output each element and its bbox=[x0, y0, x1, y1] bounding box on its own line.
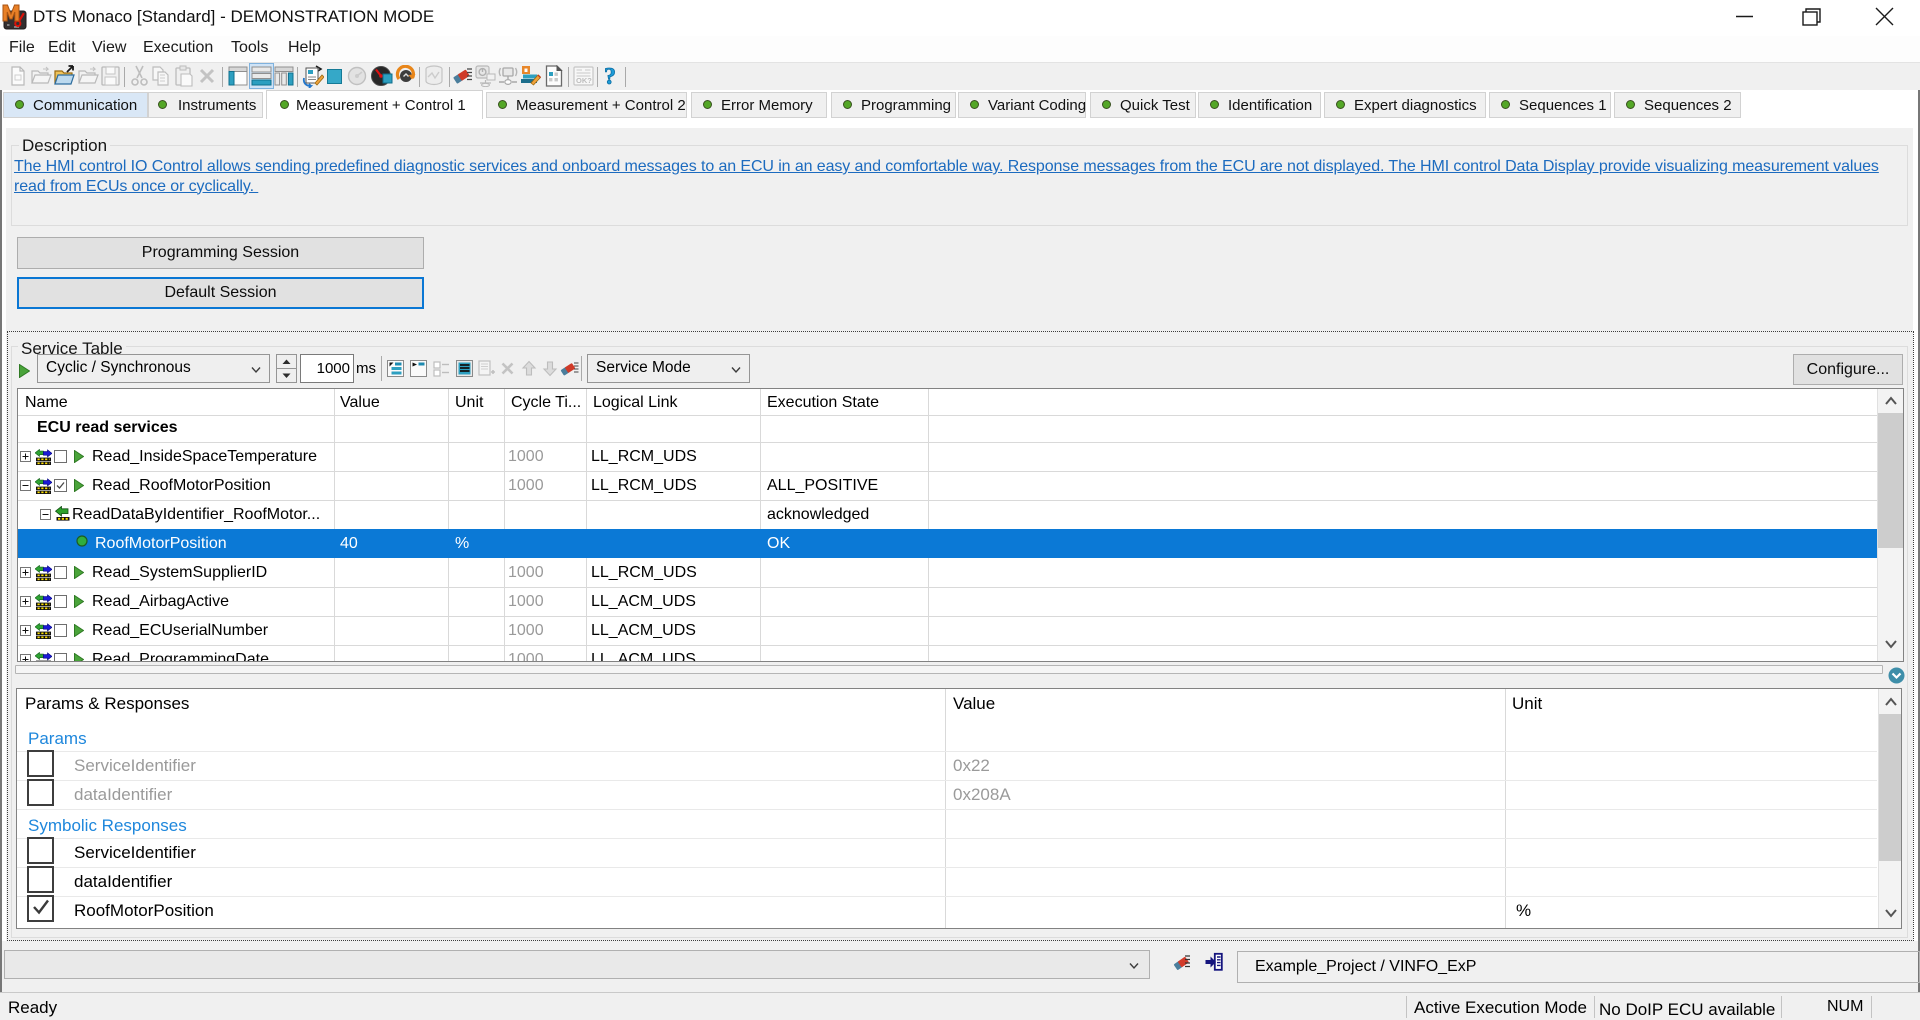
svg-text:?: ? bbox=[604, 64, 616, 88]
svg-text:OK?: OK? bbox=[576, 76, 592, 85]
